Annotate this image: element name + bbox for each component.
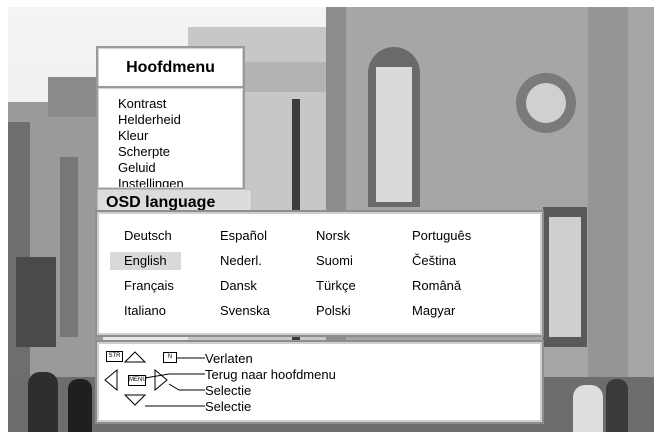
language-option-turkce[interactable]: Türkçe xyxy=(316,278,356,294)
main-menu-panel: Kontrast Helderheid Kleur Scherpte Gelui… xyxy=(98,88,243,188)
language-option-suomi[interactable]: Suomi xyxy=(316,253,353,269)
language-option-english-selected[interactable]: English xyxy=(110,252,181,270)
language-option-norsk[interactable]: Norsk xyxy=(316,228,350,244)
left-arrow-icon xyxy=(104,368,118,392)
main-menu-title-panel: Hoofdmenu xyxy=(98,48,243,87)
language-grid-panel: Deutsch English Français Italiano Españo… xyxy=(97,212,542,335)
language-option-cestina[interactable]: Čeština xyxy=(412,253,456,269)
help-select-label-2: Selectie xyxy=(205,399,252,414)
language-option-deutsch[interactable]: Deutsch xyxy=(124,228,172,244)
language-option-portugues[interactable]: Português xyxy=(412,228,471,244)
n-key-icon: N xyxy=(163,352,177,363)
menu-item-kleur[interactable]: Kleur xyxy=(118,128,148,143)
help-select-label-1: Selectie xyxy=(205,383,252,398)
menu-key-icon: MENU xyxy=(128,375,147,386)
language-option-italiano[interactable]: Italiano xyxy=(124,303,166,319)
language-option-espanol[interactable]: Español xyxy=(220,228,267,244)
menu-item-helderheid[interactable]: Helderheid xyxy=(118,112,181,127)
osd-language-title: OSD language xyxy=(106,194,216,211)
language-option-polski[interactable]: Polski xyxy=(316,303,351,319)
right-arrow-icon xyxy=(154,368,168,392)
navigation-help-panel: STR N MENU Verlaten Terug naar hoofdmenu… xyxy=(97,342,542,422)
language-option-nederl[interactable]: Nederl. xyxy=(220,253,262,269)
menu-item-geluid[interactable]: Geluid xyxy=(118,160,156,175)
language-option-francais[interactable]: Français xyxy=(124,278,174,294)
menu-item-instellingen[interactable]: Instellingen xyxy=(118,176,184,187)
help-exit-label: Verlaten xyxy=(205,351,253,366)
language-option-romana[interactable]: Românǎ xyxy=(412,278,461,294)
tv-screen: Hoofdmenu Kontrast Helderheid Kleur Sche… xyxy=(0,0,656,434)
str-key-icon: STR xyxy=(106,351,123,362)
language-option-dansk[interactable]: Dansk xyxy=(220,278,257,294)
language-option-magyar[interactable]: Magyar xyxy=(412,303,455,319)
language-option-svenska[interactable]: Svenska xyxy=(220,303,270,319)
help-back-label: Terug naar hoofdmenu xyxy=(205,367,336,382)
up-arrow-icon xyxy=(123,351,147,363)
main-menu-title: Hoofdmenu xyxy=(126,59,215,76)
down-arrow-icon xyxy=(123,394,147,406)
menu-item-kontrast[interactable]: Kontrast xyxy=(118,96,166,111)
menu-item-scherpte[interactable]: Scherpte xyxy=(118,144,170,159)
